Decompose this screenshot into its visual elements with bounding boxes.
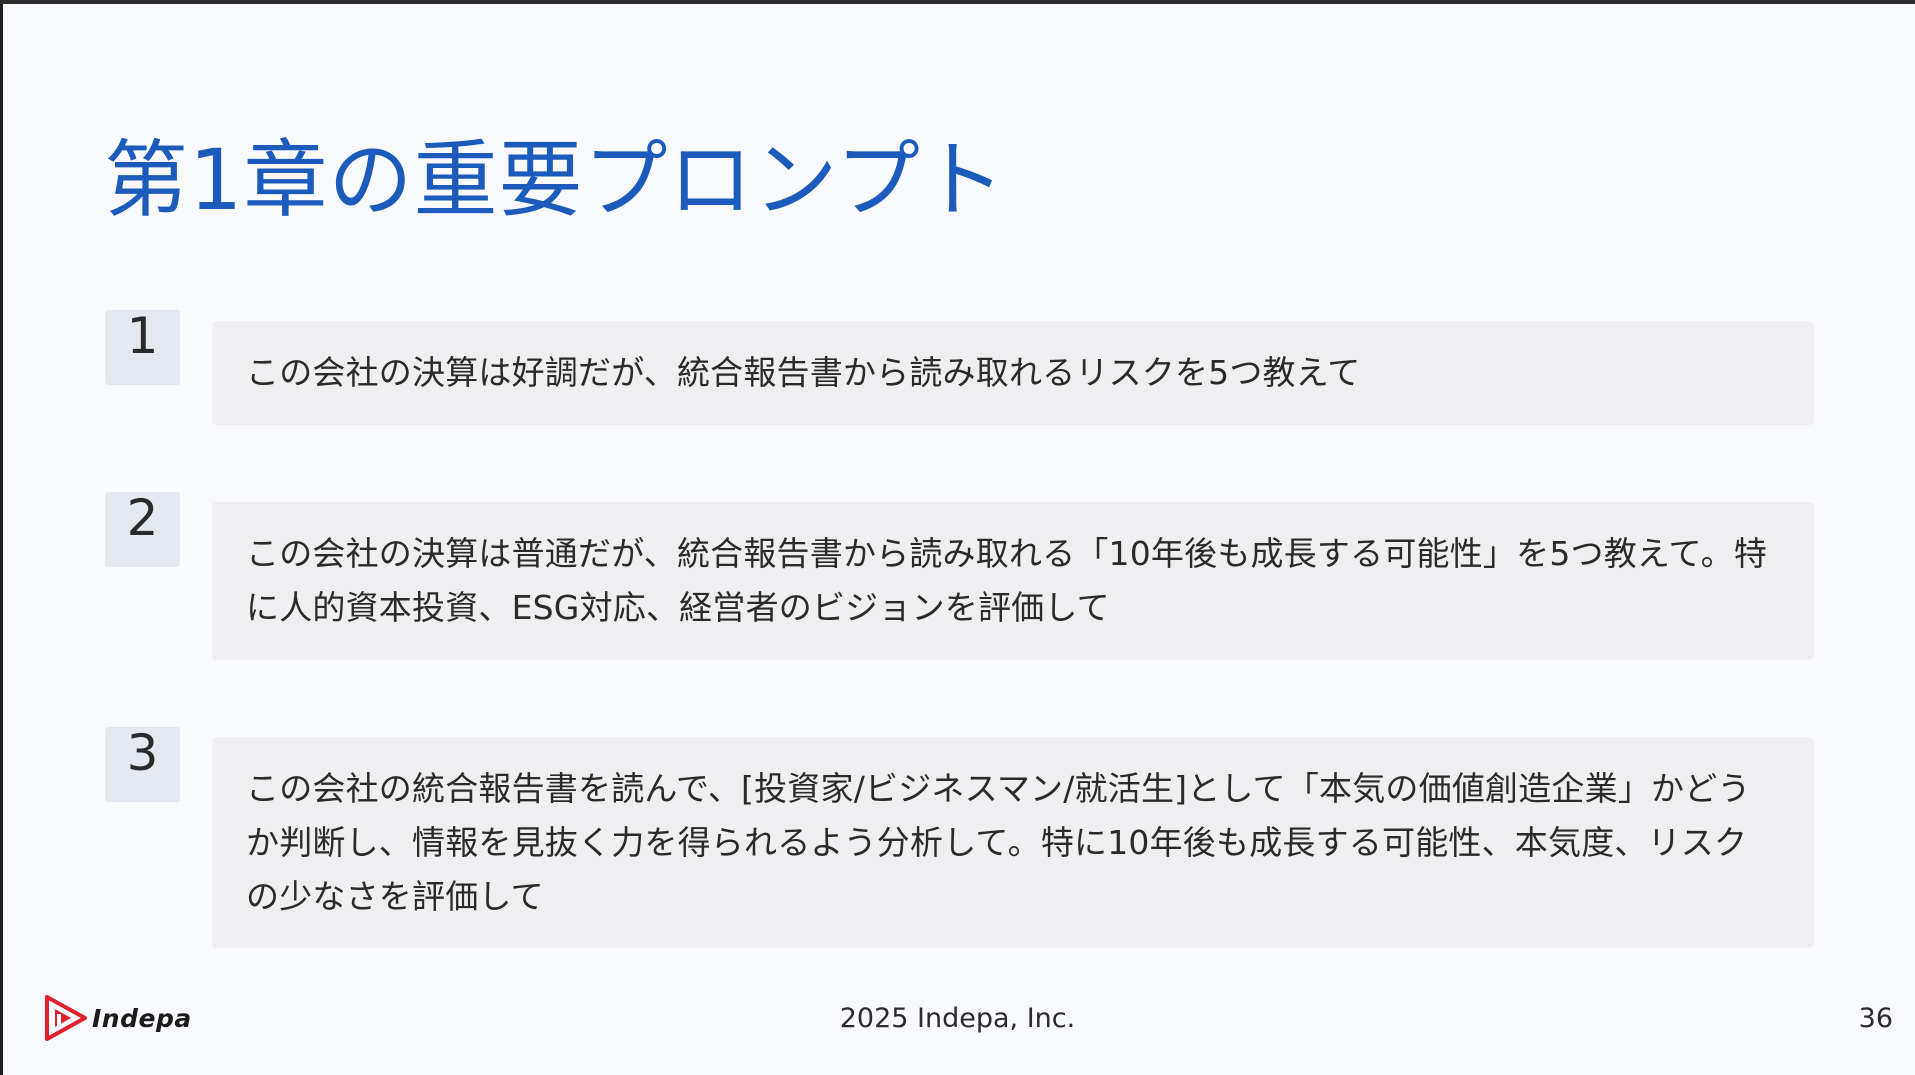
- page-number: 36: [1858, 1003, 1893, 1034]
- prompt-number-badge: 1: [105, 310, 180, 385]
- prompt-card: この会社の決算は普通だが、統合報告書から読み取れる「10年後も成長する可能性」を…: [212, 502, 1814, 660]
- prompt-text: この会社の決算は普通だが、統合報告書から読み取れる「10年後も成長する可能性」を…: [246, 534, 1768, 627]
- prompt-number-badge: 3: [105, 727, 180, 802]
- copyright-text: 2025 Indepa, Inc.: [839, 1003, 1076, 1034]
- prompt-number-badge: 2: [105, 492, 180, 567]
- slide-edge: [0, 4, 3, 1075]
- slide: 第1章の重要プロンプト 1 この会社の決算は好調だが、統合報告書から読み取れるリ…: [0, 4, 1915, 1075]
- prompt-text: この会社の統合報告書を読んで、[投資家/ビジネスマン/就活生]として「本気の価値…: [246, 768, 1751, 916]
- slide-title: 第1章の重要プロンプト: [104, 131, 1006, 229]
- prompt-card: この会社の決算は好調だが、統合報告書から読み取れるリスクを5つ教えて: [212, 321, 1814, 425]
- prompt-card: この会社の統合報告書を読んで、[投資家/ビジネスマン/就活生]として「本気の価値…: [212, 737, 1814, 948]
- prompt-text: この会社の決算は好調だが、統合報告書から読み取れるリスクを5つ教えて: [246, 353, 1361, 392]
